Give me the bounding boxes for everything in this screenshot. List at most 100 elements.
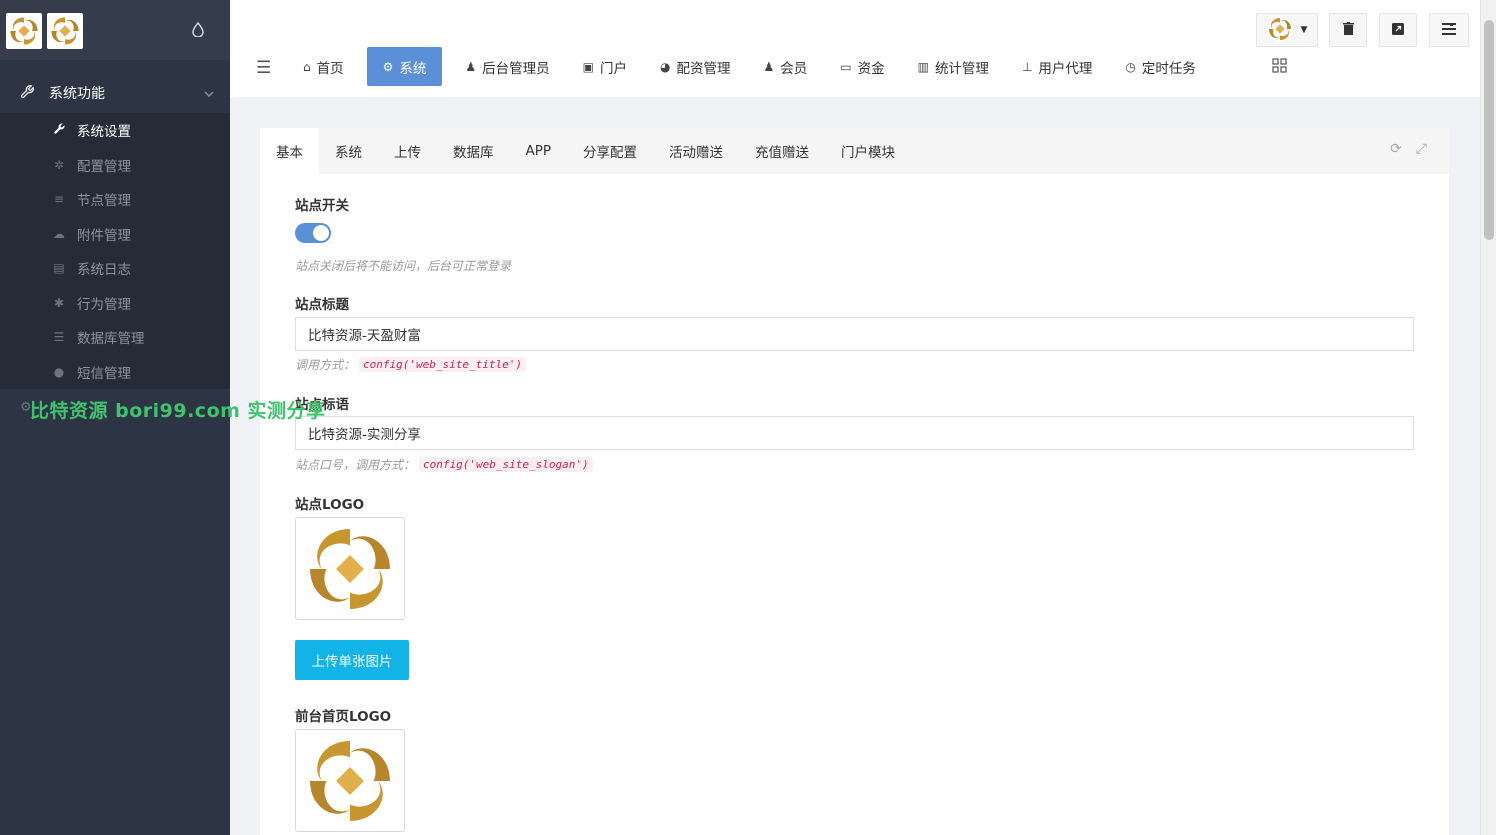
site-switch-label: 站点开关 — [295, 198, 349, 214]
comment-icon: ● — [53, 364, 65, 379]
logo-icon[interactable] — [6, 13, 42, 49]
site-title-help: 调用方式： config('web_site_title') — [295, 356, 526, 373]
upload-image-button[interactable]: 上传单张图片 — [295, 640, 409, 680]
sidebar-item-database[interactable]: ☰ 数据库管理 — [0, 320, 230, 355]
open-frontend-button[interactable] — [1379, 13, 1417, 47]
nav-cron[interactable]: ◷ 定时任务 — [1115, 47, 1205, 86]
card-tools: ⟳ ⤢ — [1390, 141, 1427, 157]
bar-chart-icon: ▥ — [917, 59, 929, 74]
sidebar-item-config[interactable]: ✲ 配置管理 — [0, 148, 230, 183]
nav-label: 后台管理员 — [482, 60, 550, 77]
nav-members[interactable]: ♟ 会员 — [753, 47, 817, 86]
sidebar-item-label: 配置管理 — [77, 158, 131, 175]
tab-basic[interactable]: 基本 — [260, 128, 319, 174]
nav-portal[interactable]: ▣ 门户 — [573, 47, 637, 86]
settings-panel-button[interactable] — [1429, 13, 1469, 47]
apps-grid-icon[interactable] — [1272, 58, 1287, 77]
nav-label: 首页 — [316, 60, 344, 77]
home-icon: ⌂ — [303, 59, 311, 74]
bug-icon: ✱ — [53, 295, 65, 310]
scrollbar-thumb[interactable] — [1484, 20, 1494, 240]
sidebar-item-label: 短信管理 — [77, 365, 131, 382]
sidebar-item-sms[interactable]: ● 短信管理 — [0, 355, 230, 390]
tab-share[interactable]: 分享配置 — [567, 128, 653, 174]
external-link-icon — [1392, 22, 1404, 38]
book-icon: ▤ — [53, 261, 65, 276]
cloud-upload-icon: ☁ — [53, 226, 65, 241]
sidebar-item-system-settings[interactable]: 系统设置 — [0, 113, 230, 148]
menu-toggle-icon[interactable]: ☰ — [256, 58, 271, 78]
nav-label: 配资管理 — [676, 60, 731, 77]
nav-system[interactable]: ⚙ 系统 — [366, 47, 443, 86]
chevron-down-icon — [204, 87, 214, 100]
logo-image — [310, 740, 390, 821]
nav-admins[interactable]: ♟ 后台管理员 — [455, 47, 559, 86]
submenu: 系统设置 ✲ 配置管理 ≡ 节点管理 ☁ 附件管理 ▤ 系统日志 ✱ 行为管理 … — [0, 113, 230, 389]
refresh-icon[interactable]: ⟳ — [1390, 141, 1402, 157]
logo-icon[interactable] — [47, 13, 83, 49]
menu-section-system[interactable]: 系统功能 — [0, 74, 230, 112]
nav-funds[interactable]: ▭ 资金 — [830, 47, 894, 86]
sitemap-icon: ⊥ — [1021, 59, 1033, 74]
sidebar-item-logs[interactable]: ▤ 系统日志 — [0, 251, 230, 286]
clock-icon: ◷ — [1125, 59, 1136, 74]
tab-database[interactable]: 数据库 — [437, 128, 510, 174]
sidebar-item-actions[interactable]: ✱ 行为管理 — [0, 286, 230, 321]
wrench-icon — [20, 84, 40, 103]
sidebar-item-nodes[interactable]: ≡ 节点管理 — [0, 182, 230, 217]
site-logo-preview[interactable] — [295, 517, 405, 620]
nav-label: 会员 — [780, 60, 808, 77]
tab-upload[interactable]: 上传 — [378, 128, 437, 174]
settings-card: 基本 系统 上传 数据库 APP 分享配置 活动赠送 充值赠送 门户模块 ⟳ ⤢… — [260, 128, 1449, 835]
gear-icon: ⚙ — [382, 59, 394, 74]
user-icon: ♟ — [465, 59, 477, 74]
trash-icon — [1342, 22, 1354, 38]
nav-label: 资金 — [857, 60, 885, 77]
scrollbar[interactable] — [1480, 0, 1496, 835]
clear-cache-button[interactable] — [1329, 13, 1367, 47]
nav-agents[interactable]: ⊥ 用户代理 — [1012, 47, 1102, 86]
site-title-input[interactable]: 比特资源-天盈财富 — [295, 317, 1414, 351]
help-text: 调用方式： — [295, 358, 356, 372]
nav-label: 系统 — [399, 60, 427, 77]
pie-chart-icon: ◕ — [660, 59, 671, 74]
sidebar-item-label: 数据库管理 — [77, 331, 145, 348]
sidebar-header — [0, 0, 230, 60]
user-avatar-dropdown[interactable]: ▼ — [1256, 13, 1318, 47]
settings-tabs: 基本 系统 上传 数据库 APP 分享配置 活动赠送 充值赠送 门户模块 ⟳ ⤢ — [260, 128, 1449, 174]
list-icon: ≡ — [53, 192, 65, 207]
fullscreen-icon[interactable]: ⤢ — [1416, 141, 1427, 157]
sidebar-item-label: 系统设置 — [77, 124, 131, 141]
tab-portal-module[interactable]: 门户模块 — [825, 128, 911, 174]
sidebar-item-label: 行为管理 — [77, 296, 131, 313]
toggle-knob — [313, 225, 329, 241]
menu-section-label: 系统功能 — [49, 86, 105, 102]
site-logo-label: 站点LOGO — [295, 497, 365, 513]
code-snippet: config('web_site_title') — [359, 357, 526, 372]
sidebar-item-attachments[interactable]: ☁ 附件管理 — [0, 217, 230, 252]
tab-app[interactable]: APP — [510, 128, 568, 174]
sliders-icon — [1442, 21, 1456, 38]
site-switch-help: 站点关闭后将不能访问，后台可正常登录 — [295, 259, 512, 273]
nav-label: 用户代理 — [1038, 60, 1093, 77]
front-logo-preview[interactable] — [295, 729, 405, 832]
nav-funding[interactable]: ◕ 配资管理 — [650, 47, 740, 86]
nav-stats[interactable]: ▥ 统计管理 — [908, 47, 999, 86]
front-logo-label: 前台首页LOGO — [295, 709, 392, 725]
users-icon: ♟ — [763, 59, 775, 74]
nav-label: 门户 — [600, 60, 627, 77]
nav-home[interactable]: ⌂ 首页 — [293, 47, 354, 86]
nav-label: 定时任务 — [1141, 60, 1196, 77]
site-title-label: 站点标题 — [295, 297, 349, 313]
tab-system[interactable]: 系统 — [319, 128, 378, 174]
logo-image — [310, 528, 390, 609]
top-header: ☰ ⌂ 首页 ⚙ 系统 ♟ 后台管理员 ▣ 门户 ◕ 配资管理 ♟ 会员 ▭ 资金 ▥ 统计管理… — [230, 0, 1480, 97]
top-nav: ⌂ 首页 ⚙ 系统 ♟ 后台管理员 ▣ 门户 ◕ 配资管理 ♟ 会员 ▭ 资金 ▥ 统计管理 ⊥… — [293, 47, 1219, 86]
tab-recharge-gift[interactable]: 充值赠送 — [739, 128, 825, 174]
sidebar-item-label: 系统日志 — [77, 262, 131, 279]
site-switch-toggle[interactable] — [295, 223, 331, 243]
site-slogan-input[interactable]: 比特资源-实测分享 — [295, 416, 1414, 450]
wrench-icon — [50, 122, 68, 138]
tint-icon[interactable] — [192, 21, 204, 41]
tab-activity-gift[interactable]: 活动赠送 — [653, 128, 739, 174]
